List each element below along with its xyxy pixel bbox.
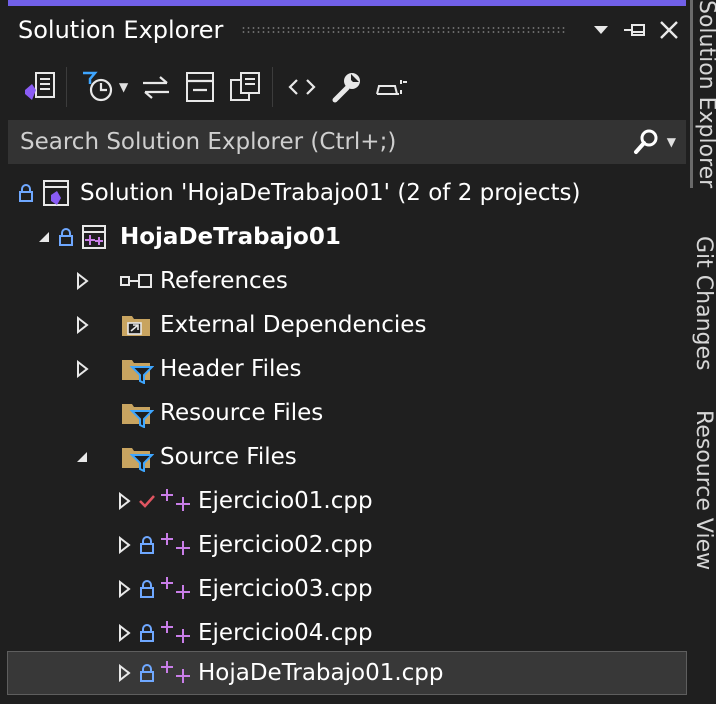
close-icon[interactable] (652, 13, 686, 47)
file-label: Ejercicio01.cpp (198, 488, 373, 514)
file-label: HojaDeTrabajo01.cpp (198, 660, 444, 686)
window-options-icon[interactable] (584, 13, 618, 47)
tree-item-file[interactable]: Ejercicio03.cpp (8, 568, 686, 610)
pending-changes-filter-icon[interactable]: ▼ (81, 65, 128, 109)
expanded-arrow-icon[interactable] (72, 447, 92, 467)
search-input[interactable]: Search Solution Explorer (Ctrl+;) ▼ (8, 120, 686, 164)
collapsed-arrow-icon[interactable] (114, 663, 134, 683)
cpp-project-icon (80, 223, 110, 251)
collapsed-arrow-icon[interactable] (72, 271, 92, 291)
collapsed-arrow-icon[interactable] (72, 315, 92, 335)
cpp-file-icon (158, 487, 194, 515)
header-files-label: Header Files (160, 356, 302, 382)
cpp-file-icon (158, 575, 194, 603)
tree-item-solution[interactable]: Solution 'HojaDeTrabajo01' (2 of 2 proje… (8, 172, 686, 214)
collapsed-arrow-icon[interactable] (114, 623, 134, 643)
pin-icon[interactable] (618, 13, 652, 47)
collapsed-arrow-icon[interactable] (114, 535, 134, 555)
collapse-all-icon[interactable] (184, 65, 218, 109)
collapsed-arrow-icon[interactable] (114, 491, 134, 511)
show-all-files-icon[interactable] (228, 65, 264, 109)
filter-folder-icon (118, 442, 154, 472)
file-label: Ejercicio02.cpp (198, 532, 373, 558)
tree-item-references[interactable]: References (8, 260, 686, 302)
tab-resource-view[interactable]: Resource View (690, 410, 716, 570)
drag-grip[interactable] (241, 26, 566, 34)
lock-icon (58, 228, 74, 246)
lock-icon (138, 536, 156, 554)
source-files-label: Source Files (160, 444, 297, 470)
toolbar-separator (66, 67, 67, 107)
tree-item-file[interactable]: Ejercicio04.cpp (8, 612, 686, 654)
solution-icon (40, 178, 72, 208)
title-bar: Solution Explorer (8, 6, 686, 54)
cpp-file-icon (158, 619, 194, 647)
file-label: Ejercicio04.cpp (198, 620, 373, 646)
tree-item-source-files[interactable]: Source Files (8, 436, 686, 478)
switch-views-icon[interactable] (22, 65, 58, 109)
search-placeholder: Search Solution Explorer (Ctrl+;) (20, 129, 397, 155)
filter-folder-icon (118, 398, 154, 428)
filter-dropdown-icon[interactable]: ▼ (119, 80, 128, 94)
toolbar: ▼ (8, 58, 686, 116)
panel-title: Solution Explorer (18, 16, 224, 44)
tab-git-changes[interactable]: Git Changes (690, 236, 716, 370)
expanded-arrow-icon[interactable] (34, 227, 54, 247)
lock-icon (18, 184, 34, 202)
tree-item-header-files[interactable]: Header Files (8, 348, 686, 390)
solution-label: Solution 'HojaDeTrabajo01' (2 of 2 proje… (80, 180, 581, 206)
tree-item-resource-files[interactable]: Resource Files (8, 392, 686, 434)
checked-in-icon (138, 493, 156, 509)
lock-icon (138, 664, 156, 682)
external-dependencies-label: External Dependencies (160, 312, 427, 338)
project-label: HojaDeTrabajo01 (120, 224, 341, 250)
tree-item-external-dependencies[interactable]: External Dependencies (8, 304, 686, 346)
lock-icon (138, 580, 156, 598)
search-options-dropdown-icon[interactable]: ▼ (667, 135, 676, 149)
tree-item-file[interactable]: Ejercicio01.cpp (8, 480, 686, 522)
filter-folder-icon (118, 354, 154, 384)
references-icon (118, 271, 154, 291)
external-dependencies-icon (118, 310, 154, 340)
lock-icon (138, 624, 156, 642)
search-icon[interactable]: ▼ (631, 128, 676, 156)
toolbar-separator (272, 67, 274, 107)
tree-item-file[interactable]: Ejercicio02.cpp (8, 524, 686, 566)
preview-code-icon[interactable] (287, 65, 317, 109)
cpp-file-icon (158, 659, 194, 687)
tab-solution-explorer[interactable]: Solution Explorer (690, 0, 716, 189)
collapsed-arrow-icon[interactable] (114, 579, 134, 599)
resource-files-label: Resource Files (160, 400, 324, 426)
preview-selected-items-icon[interactable] (373, 65, 409, 109)
properties-wrench-icon[interactable] (329, 65, 363, 109)
tree-item-file-selected[interactable]: HojaDeTrabajo01.cpp (7, 651, 687, 695)
cpp-file-icon (158, 531, 194, 559)
sync-with-active-document-icon[interactable] (140, 65, 172, 109)
tree-item-project[interactable]: HojaDeTrabajo01 (8, 216, 686, 258)
side-tab-strip: Solution Explorer Git Changes Resource V… (690, 0, 716, 704)
file-label: Ejercicio03.cpp (198, 576, 373, 602)
references-label: References (160, 268, 288, 294)
collapsed-arrow-icon[interactable] (72, 359, 92, 379)
